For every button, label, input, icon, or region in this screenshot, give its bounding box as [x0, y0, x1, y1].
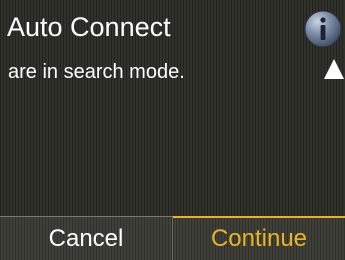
device-screen: Auto Connect are in search mode. Cancel … — [0, 0, 345, 260]
info-icon[interactable] — [304, 10, 342, 48]
status-message: are in search mode. — [8, 61, 185, 83]
softkey-bar: Cancel Continue — [0, 216, 345, 260]
continue-button[interactable]: Continue — [173, 216, 345, 260]
screen-title: Auto Connect — [7, 12, 171, 42]
triangle-up-icon[interactable] — [323, 58, 345, 80]
cancel-button[interactable]: Cancel — [0, 217, 173, 260]
